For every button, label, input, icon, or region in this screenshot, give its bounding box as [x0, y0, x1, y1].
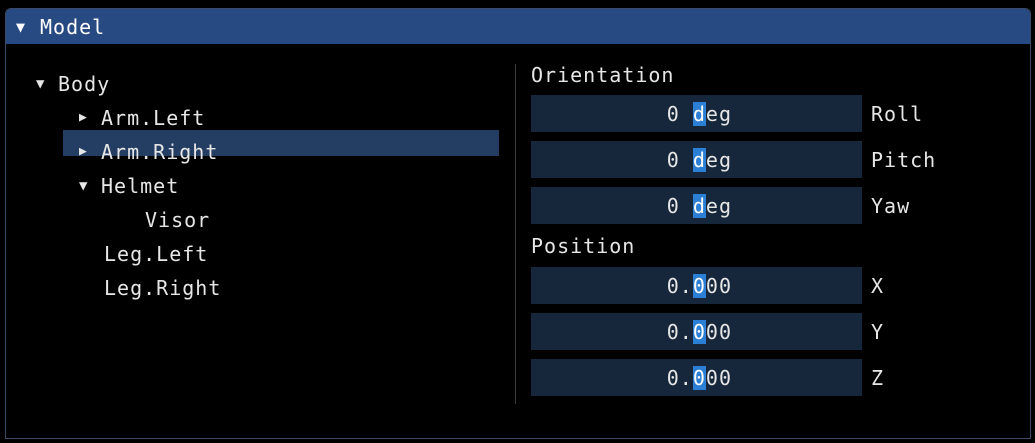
y-drag-field[interactable]: 0.000	[531, 313, 862, 350]
collapse-triangle-icon[interactable]: ▼	[16, 18, 36, 36]
x-value: 0.000	[666, 273, 732, 298]
expanded-triangle-icon[interactable]: ▼	[36, 71, 58, 97]
text-cursor-highlight: d	[692, 147, 706, 172]
tree-node-label: Arm.Left	[101, 106, 206, 130]
y-value: 0.000	[666, 319, 732, 344]
tree-node-label: Visor	[145, 208, 211, 232]
tree-node-leg-left[interactable]: Leg.Left	[104, 241, 208, 267]
roll-label: Roll	[871, 102, 924, 126]
tree-node-visor[interactable]: Visor	[145, 207, 210, 233]
text-cursor-highlight: 0	[692, 273, 706, 298]
x-drag-field[interactable]: 0.000	[531, 267, 862, 304]
tree-node-arm-left[interactable]: ▶ Arm.Left	[79, 105, 205, 131]
text-cursor-highlight: d	[692, 101, 706, 126]
orientation-heading: Orientation	[531, 63, 675, 87]
roll-value: 0 deg	[666, 101, 732, 126]
pitch-drag-field[interactable]: 0 deg	[531, 141, 862, 178]
window-title: Model	[40, 14, 106, 39]
tree-node-label: Leg.Left	[104, 242, 209, 266]
window-titlebar[interactable]: ▼ Model	[6, 9, 1030, 44]
model-window: ▼ Model ▼ Body ▶ Arm.Left ▶ Arm.Right ▼ …	[5, 8, 1031, 439]
text-cursor-highlight: 0	[692, 319, 706, 344]
tree-node-leg-right[interactable]: Leg.Right	[104, 275, 221, 301]
pitch-label: Pitch	[871, 148, 937, 172]
collapsed-triangle-icon[interactable]: ▶	[79, 105, 101, 131]
y-label: Y	[871, 320, 885, 344]
z-value: 0.000	[666, 365, 732, 390]
roll-drag-field[interactable]: 0 deg	[531, 95, 862, 132]
tree-node-label: Helmet	[101, 174, 180, 198]
text-cursor-highlight: 0	[692, 365, 706, 390]
tree-node-helmet[interactable]: ▼ Helmet	[79, 173, 179, 199]
yaw-label: Yaw	[871, 194, 911, 218]
position-heading: Position	[531, 234, 636, 258]
text-cursor-highlight: d	[692, 193, 706, 218]
pitch-value: 0 deg	[666, 147, 732, 172]
model-tree: ▼ Body ▶ Arm.Left ▶ Arm.Right ▼ Helmet V…	[6, 44, 506, 424]
tree-node-label: Arm.Right	[101, 140, 219, 164]
tree-node-label: Body	[58, 72, 111, 96]
x-label: X	[871, 274, 885, 298]
panel-divider[interactable]	[515, 64, 516, 404]
expanded-triangle-icon[interactable]: ▼	[79, 173, 101, 199]
z-label: Z	[871, 366, 885, 390]
z-drag-field[interactable]: 0.000	[531, 359, 862, 396]
tree-node-label: Leg.Right	[104, 276, 222, 300]
tree-node-arm-right[interactable]: ▶ Arm.Right	[79, 139, 218, 165]
yaw-value: 0 deg	[666, 193, 732, 218]
yaw-drag-field[interactable]: 0 deg	[531, 187, 862, 224]
tree-node-body[interactable]: ▼ Body	[36, 71, 110, 97]
collapsed-triangle-icon[interactable]: ▶	[79, 139, 101, 165]
